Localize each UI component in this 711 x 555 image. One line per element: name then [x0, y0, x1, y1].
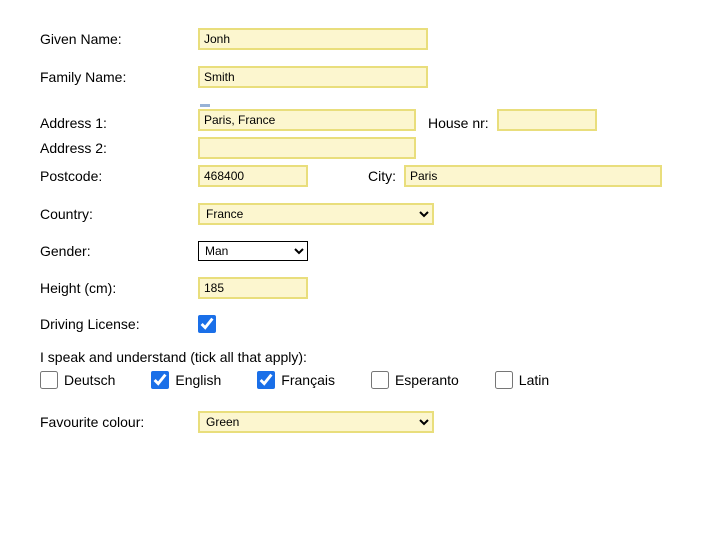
address1-label: Address 1: — [40, 115, 198, 131]
gender-select[interactable]: Man — [198, 241, 308, 261]
lang-label-text: Esperanto — [395, 372, 459, 388]
driving-license-checkbox[interactable] — [198, 315, 216, 333]
postcode-label: Postcode: — [40, 168, 198, 184]
lang-item-esperanto[interactable]: Esperanto — [371, 371, 459, 389]
lang-item-latin[interactable]: Latin — [495, 371, 549, 389]
height-label: Height (cm): — [40, 280, 198, 296]
height-input[interactable] — [198, 277, 308, 299]
address2-input[interactable] — [198, 137, 416, 159]
family-name-input[interactable] — [198, 66, 428, 88]
languages-prompt: I speak and understand (tick all that ap… — [40, 349, 671, 365]
address2-label: Address 2: — [40, 140, 198, 156]
house-nr-input[interactable] — [497, 109, 597, 131]
family-name-label: Family Name: — [40, 69, 198, 85]
lang-item-english[interactable]: English — [151, 371, 221, 389]
lang-checkbox-english[interactable] — [151, 371, 169, 389]
favourite-colour-label: Favourite colour: — [40, 414, 198, 430]
lang-checkbox-francais[interactable] — [257, 371, 275, 389]
lang-checkbox-deutsch[interactable] — [40, 371, 58, 389]
city-input[interactable] — [404, 165, 662, 187]
lang-checkbox-latin[interactable] — [495, 371, 513, 389]
gender-label: Gender: — [40, 243, 198, 259]
lang-label-text: Français — [281, 372, 335, 388]
resize-mark-icon — [200, 104, 210, 107]
country-label: Country: — [40, 206, 198, 222]
address1-input[interactable] — [198, 109, 416, 131]
lang-label-text: Latin — [519, 372, 549, 388]
lang-checkbox-esperanto[interactable] — [371, 371, 389, 389]
lang-label-text: Deutsch — [64, 372, 115, 388]
country-select[interactable]: France — [198, 203, 434, 225]
given-name-label: Given Name: — [40, 31, 198, 47]
house-nr-label: House nr: — [428, 115, 489, 131]
postcode-input[interactable] — [198, 165, 308, 187]
languages-row: Deutsch English Français Esperanto Latin — [40, 371, 671, 389]
lang-item-deutsch[interactable]: Deutsch — [40, 371, 115, 389]
driving-license-label: Driving License: — [40, 316, 198, 332]
lang-item-francais[interactable]: Français — [257, 371, 335, 389]
favourite-colour-select[interactable]: Green — [198, 411, 434, 433]
city-label: City: — [368, 168, 396, 184]
lang-label-text: English — [175, 372, 221, 388]
given-name-input[interactable] — [198, 28, 428, 50]
